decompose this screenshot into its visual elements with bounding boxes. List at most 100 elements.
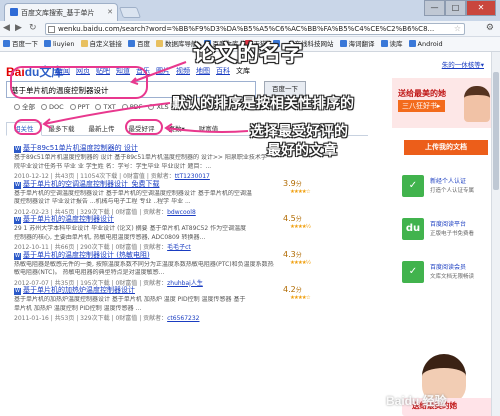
result-title[interactable]: 基于单片机的温度控制器设计 [23,215,114,223]
file-type-radio[interactable]: PPT [64,103,90,111]
bookmark-item[interactable]: 百度一下 [0,37,41,51]
file-type-radio[interactable]: XLS [142,103,169,111]
cert-reading[interactable]: du 百度阅读平台 正版电子书免费看 [398,215,496,249]
doc-icon: W [14,181,21,189]
radio-label: 全部 [22,103,35,111]
result-abstract-2: 控制器的核心, 主要由单片机, 热敏电阻温度传感器, ADC0809 转换器..… [14,233,206,241]
bookmark-label: liuyien [53,40,75,48]
page-scrollbar[interactable] [491,52,500,416]
minimize-button[interactable]: — [424,0,445,16]
file-type-filters: 全部 DOC PPT TXT PDF XLS [8,101,169,111]
radio-label: XLS [156,103,169,111]
radio-label: DOC [49,103,64,111]
file-type-radio[interactable]: DOC [35,103,64,111]
result-abstract: 基于单片机的空调温度控制器设计 基于单片机的空调温度控制器设计 基于单片机的空调… [14,189,252,197]
radio-icon [69,104,76,110]
result-title[interactable]: 基于单片机的空调温度控制器设计_免费下载 [23,180,160,188]
result-score: 4.5分 [283,214,302,223]
result-abstract-2: 敏电阻器(NTC)。 热敏电阻器的典型特点是对温度敏感... [14,269,165,276]
bookmark-label: 百度 [137,40,151,48]
result-score: 4.3分 [283,250,302,259]
result-item: W 基于单片机的空调温度控制器设计_免费下载 基于单片机的空调温度控制器设计 基于单… [14,179,311,216]
score-value: 4.2 [283,285,296,294]
banner-subtitle[interactable]: 三八狂好书▸ [398,100,445,112]
result-title[interactable]: 基于单片机的温度控制器设计 (热敏电阻) [23,251,150,259]
close-tab-icon[interactable]: ✕ [107,8,113,16]
banner-title: 送给最美的她 [398,89,446,98]
close-window-button[interactable]: ✕ [466,0,496,16]
bookmark-star-icon[interactable]: ☆ [454,24,461,34]
file-type-radio[interactable]: PDF [116,103,142,111]
result-item: W 基于单片机的加热炉温度控制器设计 基于单片机的加热炉温度控制器设计 基于单片机 … [14,285,311,322]
reload-icon[interactable]: ↻ [29,23,37,33]
result-title[interactable]: 基于89c51单片机温度控制器的 设计 [23,144,138,152]
forward-arrow-icon[interactable]: ▶ [15,23,22,33]
radio-icon [121,104,128,110]
result-meta: 2011-01-16 | 共53页 | 329次下载 | 0财富值 | 贡献者：… [14,313,310,322]
nav-link[interactable]: 百科 [216,67,230,75]
cert-desc: 正版电子书免费看 [430,231,475,237]
new-tab-button[interactable] [118,7,142,18]
annotation-sort-note: 默认的排序是按相关性排序的 [172,96,354,112]
wrench-menu-icon[interactable]: ⚙ [486,23,494,33]
score-unit: 分 [295,287,302,294]
sort-tab-newest[interactable]: 最新上传 [82,123,122,137]
tab-title: 百度文库搜索_基于单片 [21,9,95,17]
address-bar[interactable]: wenku.baidu.com/search?word=%BB%F9%D3%DA… [45,23,465,35]
score-unit: 分 [295,180,302,188]
annotation-title: 论文的名字 [193,41,304,67]
result-abstract-2: 度控制器设计 毕业设计报告 ...机械与电子工程 专业 ..程学 毕业 ... [14,198,191,205]
cert-title: 新经个人认证 [430,178,467,185]
file-type-radio[interactable]: TXT [89,103,116,111]
bookmark-item[interactable]: 读库 [378,37,406,51]
bookmark-item[interactable]: liuyien [41,37,78,51]
bookmark-item[interactable]: 海词翻译 [337,37,378,51]
maximize-button[interactable]: □ [445,0,466,16]
sort-tab-pages[interactable]: 页数▾ [162,123,192,137]
doc-icon: W [14,146,21,153]
score-value: 3.9 [283,178,296,188]
bookmark-label: 百度一下 [12,40,38,48]
bookmark-item[interactable]: 自定义链接 [78,37,126,51]
meta-text: 2011-01-16 | 共53页 | 329次下载 | 0财富值 | 贡献者： [14,315,168,322]
cert-personal[interactable]: ✓ 新经个人认证 打造个人认证专属 [398,172,496,206]
radio-icon [41,104,47,110]
result-item: W 基于单片机的温度控制器设计 (热敏电阻) 热敏电阻器是敏感元件的一类, 按照温度… [14,250,311,287]
search-results: W 基于89c51单片机温度控制器的 设计 基于89c51单片机温度控制器的 设计 … [14,143,311,322]
scrollbar-thumb[interactable] [493,72,499,190]
uploader-link[interactable]: ct6567232 [167,315,199,322]
browser-tab[interactable]: 百度文库搜索_基于单片 ✕ [4,3,118,21]
rating-stars: ★★★★☆ [290,188,311,195]
baidu-favicon-icon [10,8,18,16]
radio-label: PPT [77,103,90,111]
best-rated-highlight-oval [125,119,163,135]
result-abstract-2: 单片机 加热炉 温度控制 PID控制 温度传感器 ... [14,304,142,312]
radio-icon [95,104,102,110]
nav-link[interactable]: 文库 [236,67,250,75]
bookmark-icon [128,40,136,47]
cert-desc: 文库文档无限畅读 [430,274,475,280]
folder-icon [156,40,164,47]
bookmark-icon [44,40,51,47]
search-highlight-oval [10,66,148,99]
sort-tab-wealth[interactable]: 财富值 [192,123,226,137]
upload-document-button[interactable]: 上传我的文档 [404,140,488,155]
score-unit: 分 [295,251,302,259]
bookmark-item[interactable]: Android [406,37,446,51]
file-type-radio[interactable]: 全部 [8,103,35,111]
bookmark-label: 自定义链接 [89,40,123,48]
result-score: 3.9分 [283,179,302,188]
nav-link[interactable]: 图片 [156,67,170,75]
nav-link[interactable]: 视频 [176,67,190,75]
bookmark-item[interactable]: 百度 [125,37,153,51]
url-text: wenku.baidu.com/search?word=%BB%F9%D3%DA… [58,25,435,33]
back-arrow-icon[interactable]: ◀ [3,23,10,33]
user-link[interactable]: 朱的一休核等▾ [442,59,484,69]
nav-link[interactable]: 地图 [196,67,210,75]
cert-member[interactable]: ✓ 百度阅读会员 文库文档无限畅读 [398,258,496,292]
sort-tab-most-downloaded[interactable]: 最多下载 [42,123,82,137]
page-icon [48,26,55,33]
result-abstract: 热敏电阻器是敏感元件的一类, 按照温度系数不同分为正温度系数热敏电阻器(PTC)… [14,260,274,268]
promo-banner[interactable]: 送给最美的她 三八狂好书▸ [392,78,496,128]
result-title[interactable]: 基于单片机的加热炉温度控制器设计 [23,286,135,294]
